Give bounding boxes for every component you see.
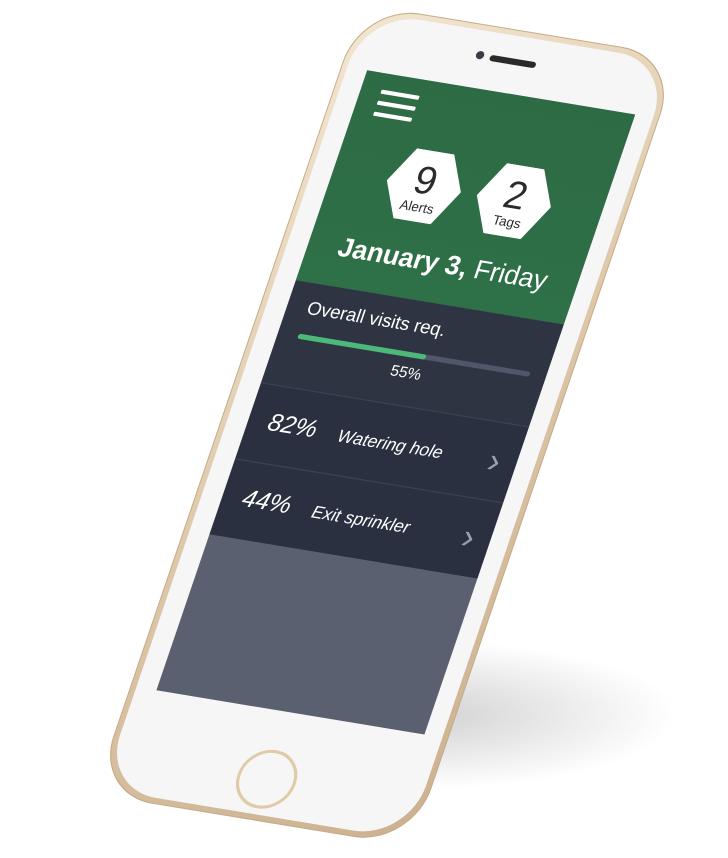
date-bold: January 3, xyxy=(333,231,473,283)
chevron-right-icon: › xyxy=(482,441,507,481)
item-name: Exit sprinkler xyxy=(308,502,413,538)
item-percent: 44% xyxy=(238,484,296,520)
date-day: Friday xyxy=(469,253,553,296)
chevron-right-icon: › xyxy=(456,517,481,557)
alerts-badge[interactable]: 9 Alerts xyxy=(375,145,473,227)
visits-title: Overall visits req. xyxy=(304,297,450,341)
hamburger-line xyxy=(380,89,420,100)
tags-badge[interactable]: 2 Tags xyxy=(465,160,563,242)
hamburger-line xyxy=(376,100,417,111)
hamburger-line xyxy=(372,111,413,122)
item-percent: 82% xyxy=(264,408,322,444)
hamburger-icon[interactable] xyxy=(372,89,420,124)
item-name: Watering hole xyxy=(334,426,446,463)
